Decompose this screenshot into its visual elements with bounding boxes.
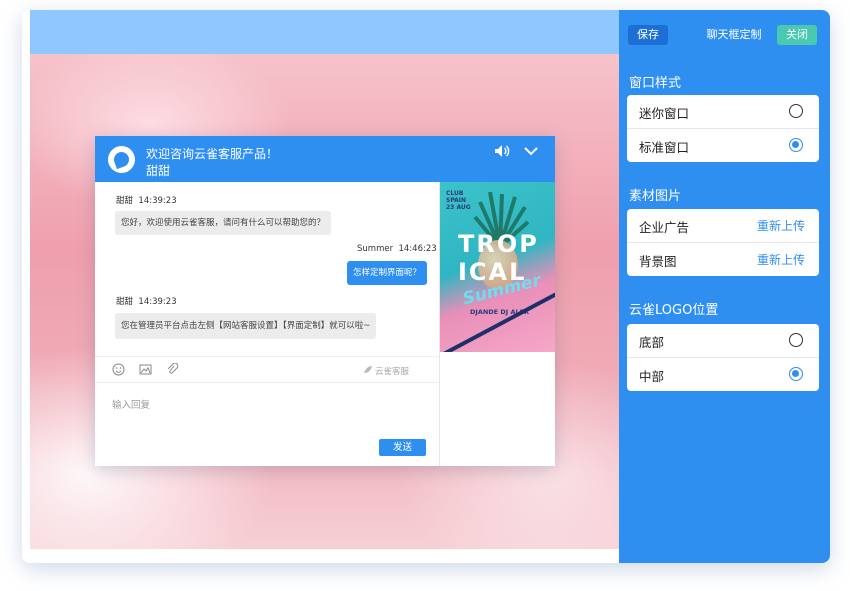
ad-title-line1: TROP xyxy=(458,230,539,258)
settings-panel: 保存 聊天框定制 关闭 窗口样式 迷你窗口 标准窗口 素材图片 企业广告 重新上… xyxy=(619,10,830,563)
message-bubble: 您好，欢迎使用云雀客服，请问有什么可以帮助您的？ xyxy=(115,211,332,235)
app-frame: 欢迎咨询云雀客服产品！ 甜甜 甜甜 14:39:23 您好，欢迎使用云雀客服，请… xyxy=(22,10,830,563)
image-icon[interactable] xyxy=(139,363,152,376)
chevron-down-icon[interactable] xyxy=(523,144,539,158)
preview-top-bar xyxy=(30,10,619,54)
option-middle[interactable]: 中部 xyxy=(627,357,819,390)
message-meta: Summer 14:46:23 xyxy=(357,244,437,254)
settings-header: 保存 聊天框定制 关闭 xyxy=(619,10,830,56)
reply-area[interactable]: 输入回复 发送 xyxy=(95,382,439,466)
agent-name: 甜甜 xyxy=(146,164,171,178)
send-button[interactable]: 发送 xyxy=(379,439,426,456)
option-label: 底部 xyxy=(639,335,665,350)
material-item-ad: 企业广告 重新上传 xyxy=(627,209,819,242)
speaker-icon[interactable] xyxy=(494,143,510,159)
ad-club-text: CLUB SPAIN 23 AUG xyxy=(446,190,471,211)
chat-window: 欢迎咨询云雀客服产品！ 甜甜 甜甜 14:39:23 您好，欢迎使用云雀客服，请… xyxy=(95,136,555,466)
reply-input[interactable]: 输入回复 xyxy=(112,397,150,411)
brand-label: 云雀客服 xyxy=(375,367,410,377)
attachment-icon[interactable] xyxy=(166,363,179,376)
bird-logo-icon xyxy=(364,366,372,373)
reupload-background-link[interactable]: 重新上传 xyxy=(757,251,805,268)
message-bubble: 怎样定制界面呢？ xyxy=(347,261,428,285)
save-button[interactable]: 保存 xyxy=(628,25,668,45)
radio-mini-window[interactable] xyxy=(789,104,803,118)
option-bottom[interactable]: 底部 xyxy=(627,324,819,357)
radio-middle[interactable] xyxy=(789,367,803,381)
section-title-material: 素材图片 xyxy=(629,189,682,204)
option-label: 标准窗口 xyxy=(639,140,690,155)
ad-banner[interactable]: CLUB SPAIN 23 AUG TROP ICAL Summer DJAND… xyxy=(440,182,555,352)
message-list: 甜甜 14:39:23 您好，欢迎使用云雀客服，请问有什么可以帮助您的？ Sum… xyxy=(95,182,439,356)
section-title-window-style: 窗口样式 xyxy=(629,76,682,91)
message-meta: 甜甜 14:39:23 xyxy=(116,196,177,206)
option-label: 中部 xyxy=(639,369,665,384)
option-standard-window[interactable]: 标准窗口 xyxy=(627,128,819,161)
option-label: 迷你窗口 xyxy=(639,106,690,121)
close-button[interactable]: 关闭 xyxy=(777,25,817,45)
emoji-icon[interactable] xyxy=(112,363,125,376)
radio-standard-window[interactable] xyxy=(789,138,803,152)
message-bubble: 您在管理员平台点击左侧【网站客服设置】【界面定制】就可以啦~ xyxy=(115,313,377,339)
logo-position-card: 底部 中部 xyxy=(627,324,819,391)
reupload-ad-link[interactable]: 重新上传 xyxy=(757,217,805,234)
panel-title: 聊天框定制 xyxy=(706,28,762,41)
material-item-background: 背景图 重新上传 xyxy=(627,242,819,275)
bird-logo-avatar xyxy=(108,146,135,173)
chat-title: 欢迎咨询云雀客服产品！ xyxy=(146,147,279,161)
chat-header: 欢迎咨询云雀客服产品！ 甜甜 xyxy=(95,136,555,182)
material-label: 企业广告 xyxy=(639,220,690,235)
option-mini-window[interactable]: 迷你窗口 xyxy=(627,95,819,128)
chat-toolbar: 云雀客服 xyxy=(95,356,439,382)
radio-bottom[interactable] xyxy=(789,333,803,347)
window-style-card: 迷你窗口 标准窗口 xyxy=(627,95,819,162)
section-title-logo-position: 云雀LOGO位置 xyxy=(629,303,719,318)
material-card: 企业广告 重新上传 背景图 重新上传 xyxy=(627,209,819,276)
material-label: 背景图 xyxy=(639,254,677,269)
message-meta: 甜甜 14:39:23 xyxy=(116,297,177,307)
